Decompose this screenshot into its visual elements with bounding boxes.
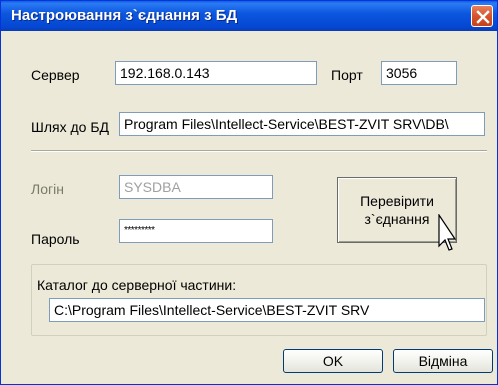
- login-input: SYSDBA: [119, 175, 273, 199]
- server-catalog-label: Каталог до серверної частини:: [37, 277, 237, 293]
- password-input[interactable]: *********: [119, 219, 273, 243]
- separator: [31, 150, 487, 152]
- db-path-label: Шлях до БД: [31, 119, 109, 135]
- server-label: Сервер: [31, 67, 80, 83]
- window-title: Настроювання з`єднання з БД: [11, 7, 238, 24]
- mouse-pointer-icon: [438, 214, 456, 251]
- close-icon: [476, 10, 490, 24]
- login-label: Логін: [31, 181, 64, 197]
- dialog-window: Настроювання з`єднання з БД Сервер 192.1…: [0, 0, 498, 385]
- ok-button[interactable]: OK: [283, 349, 383, 373]
- db-path-input[interactable]: Program Files\Intellect-Service\BEST-ZVI…: [119, 112, 485, 136]
- close-button[interactable]: [471, 5, 493, 27]
- password-label: Пароль: [31, 231, 80, 247]
- title-bar[interactable]: Настроювання з`єднання з БД: [1, 1, 497, 31]
- cancel-button[interactable]: Відміна: [393, 349, 493, 373]
- server-catalog-input[interactable]: C:\Program Files\Intellect-Service\BEST-…: [49, 298, 485, 322]
- port-input[interactable]: 3056: [381, 61, 457, 85]
- check-connection-line1: Перевірити: [360, 193, 434, 209]
- server-input[interactable]: 192.168.0.143: [115, 61, 317, 85]
- port-label: Порт: [331, 67, 363, 83]
